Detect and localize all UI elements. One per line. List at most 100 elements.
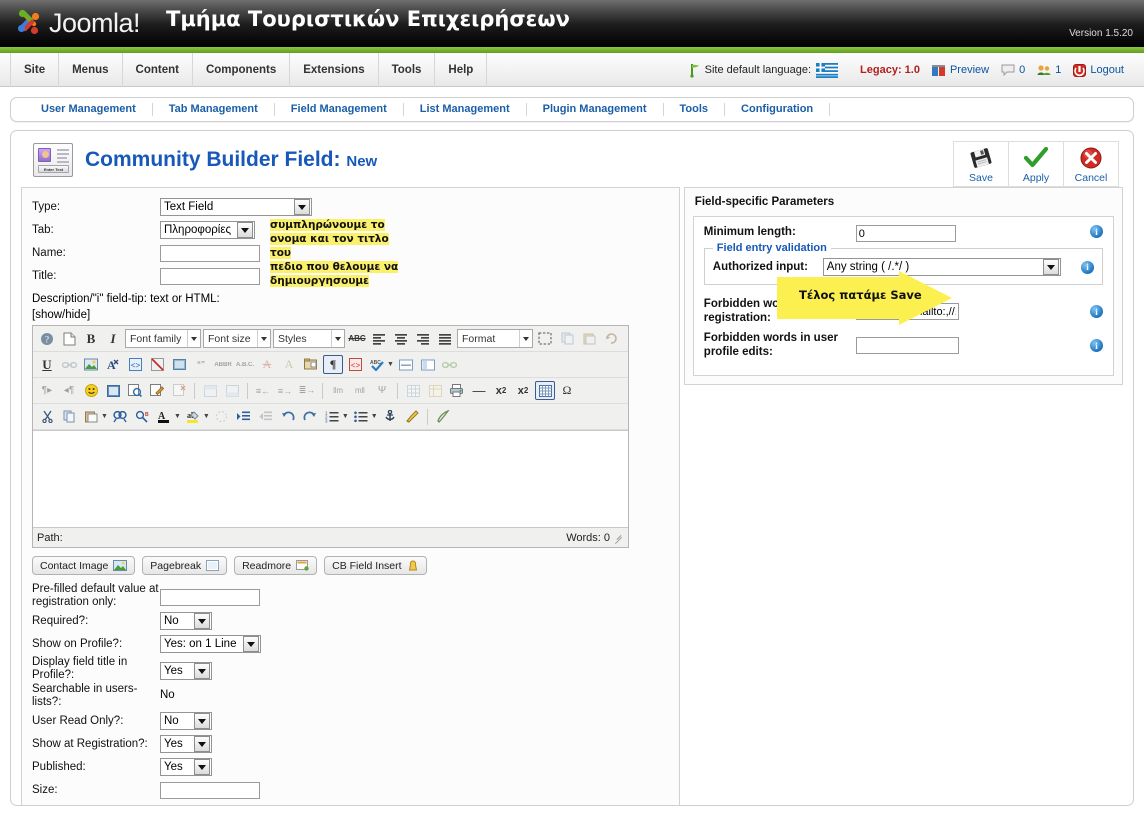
- undo-icon[interactable]: [278, 407, 298, 426]
- text-color-icon[interactable]: A: [154, 407, 174, 426]
- align-left-icon[interactable]: [369, 329, 389, 348]
- preview-link[interactable]: Preview: [931, 64, 989, 77]
- published-select[interactable]: Yes: [160, 758, 212, 776]
- undo-history-icon[interactable]: [601, 329, 621, 348]
- paste-icon[interactable]: [81, 407, 101, 426]
- format-select[interactable]: Format: [457, 329, 533, 348]
- table-props-icon[interactable]: [425, 381, 445, 400]
- paste-dropdown-arrow-icon[interactable]: ▼: [101, 413, 108, 420]
- new-document-icon[interactable]: [59, 329, 79, 348]
- submenu-item-list-management[interactable]: List Management: [404, 103, 527, 116]
- insert-anchor-icon[interactable]: <>: [345, 355, 365, 374]
- anchor-icon[interactable]: [380, 407, 400, 426]
- menu-item-tools[interactable]: Tools: [379, 53, 436, 87]
- table-row-props-icon[interactable]: ‖m: [328, 381, 348, 400]
- insert-row-after-icon[interactable]: [222, 381, 242, 400]
- menu-item-extensions[interactable]: Extensions: [290, 53, 379, 87]
- save-button[interactable]: Save: [953, 141, 1009, 187]
- readmore-button[interactable]: Readmore: [234, 556, 318, 575]
- italic-icon[interactable]: I: [103, 329, 123, 348]
- insert-table-icon[interactable]: [403, 381, 423, 400]
- indent-increase-icon[interactable]: [234, 407, 254, 426]
- table-cell-props-icon[interactable]: m‖: [350, 381, 370, 400]
- fullscreen-icon[interactable]: [535, 329, 555, 348]
- numbered-list-icon[interactable]: 123: [322, 407, 342, 426]
- clear-formatting-icon[interactable]: [402, 407, 422, 426]
- paste-icon[interactable]: [579, 329, 599, 348]
- menu-item-content[interactable]: Content: [123, 53, 193, 87]
- underline-icon[interactable]: U: [37, 355, 57, 374]
- copy-icon[interactable]: [59, 407, 79, 426]
- prefilled-input[interactable]: [160, 589, 260, 606]
- styles-select[interactable]: Styles: [273, 329, 345, 348]
- insert-link-icon[interactable]: [440, 355, 460, 374]
- indent-icon[interactable]: ≡→: [275, 381, 295, 400]
- show-registration-select[interactable]: Yes: [160, 735, 212, 753]
- copy-icon[interactable]: [557, 329, 577, 348]
- attributes-icon[interactable]: [301, 355, 321, 374]
- menu-item-help[interactable]: Help: [435, 53, 488, 87]
- font-size-select[interactable]: Font size: [203, 329, 271, 348]
- abbr-icon[interactable]: ABBR: [213, 355, 233, 374]
- outdent-icon[interactable]: ≡←: [253, 381, 273, 400]
- ltr-direction-icon[interactable]: ¶▸: [37, 381, 57, 400]
- table-grid-icon[interactable]: [535, 381, 555, 400]
- unlink-icon[interactable]: [59, 355, 79, 374]
- menu-item-menus[interactable]: Menus: [59, 53, 123, 87]
- required-select[interactable]: No: [160, 612, 212, 630]
- cb-field-insert-button[interactable]: CB Field Insert: [324, 556, 427, 575]
- find-replace-icon[interactable]: B: [132, 407, 152, 426]
- cut-icon[interactable]: [37, 407, 57, 426]
- type-select[interactable]: Text Field: [160, 198, 312, 216]
- insert-row-before-icon[interactable]: [200, 381, 220, 400]
- editor-resize-handle[interactable]: [614, 533, 624, 543]
- strikethrough-icon[interactable]: ABC: [347, 329, 367, 348]
- editor-content-area[interactable]: [33, 430, 628, 527]
- info-icon[interactable]: i: [1090, 339, 1103, 352]
- forbidden-profile-edits-input[interactable]: [855, 337, 959, 354]
- horizontal-rule-icon[interactable]: [396, 355, 416, 374]
- submenu-item-user-management[interactable]: User Management: [25, 103, 153, 116]
- spellcheck-icon[interactable]: ABC: [367, 355, 387, 374]
- delete-text-icon[interactable]: A: [257, 355, 277, 374]
- forbidden-registration-input[interactable]: [855, 303, 959, 320]
- emoticon-icon[interactable]: [81, 381, 101, 400]
- show-profile-select[interactable]: Yes: on 1 Line: [160, 635, 261, 653]
- submenu-item-configuration[interactable]: Configuration: [725, 103, 831, 116]
- info-icon[interactable]: i: [1090, 225, 1103, 238]
- showhide-toggle[interactable]: [show/hide]: [32, 309, 669, 321]
- readonly-select[interactable]: No: [160, 712, 212, 730]
- info-icon[interactable]: i: [1081, 260, 1094, 274]
- print-icon[interactable]: [447, 381, 467, 400]
- blockquote-icon[interactable]: “”: [191, 355, 211, 374]
- delete-document-icon[interactable]: [169, 381, 189, 400]
- insert-text-icon[interactable]: A: [279, 355, 299, 374]
- find-icon[interactable]: [110, 407, 130, 426]
- bulleted-list-dropdown-arrow-icon[interactable]: ▼: [371, 413, 378, 420]
- acronym-icon[interactable]: A.B.C.: [235, 355, 255, 374]
- nonbreaking-icon[interactable]: [212, 407, 232, 426]
- subscript-icon[interactable]: x2: [491, 381, 511, 400]
- insert-media-icon[interactable]: [103, 381, 123, 400]
- edit-document-icon[interactable]: [147, 381, 167, 400]
- menu-item-components[interactable]: Components: [193, 53, 291, 87]
- show-invisible-chars-icon[interactable]: ¶: [323, 355, 343, 374]
- align-justify-icon[interactable]: [435, 329, 455, 348]
- insert-layer-icon[interactable]: [418, 355, 438, 374]
- remove-formatting-icon[interactable]: [147, 355, 167, 374]
- cleanup-icon[interactable]: A: [103, 355, 123, 374]
- submenu-item-tab-management[interactable]: Tab Management: [153, 103, 275, 116]
- align-right-icon[interactable]: [413, 329, 433, 348]
- bold-icon[interactable]: B: [81, 329, 101, 348]
- html-source-icon[interactable]: <>: [125, 355, 145, 374]
- numbered-list-dropdown-arrow-icon[interactable]: ▼: [342, 413, 349, 420]
- superscript-icon[interactable]: x2: [513, 381, 533, 400]
- indent-decrease-icon[interactable]: [256, 407, 276, 426]
- contact-image-button[interactable]: Contact Image: [32, 556, 136, 575]
- submenu-item-plugin-management[interactable]: Plugin Management: [527, 103, 664, 116]
- redo-icon[interactable]: [300, 407, 320, 426]
- help-icon[interactable]: ?: [37, 329, 57, 348]
- align-center-icon[interactable]: [391, 329, 411, 348]
- split-cells-icon[interactable]: Ψ: [372, 381, 392, 400]
- title-input[interactable]: [160, 267, 260, 285]
